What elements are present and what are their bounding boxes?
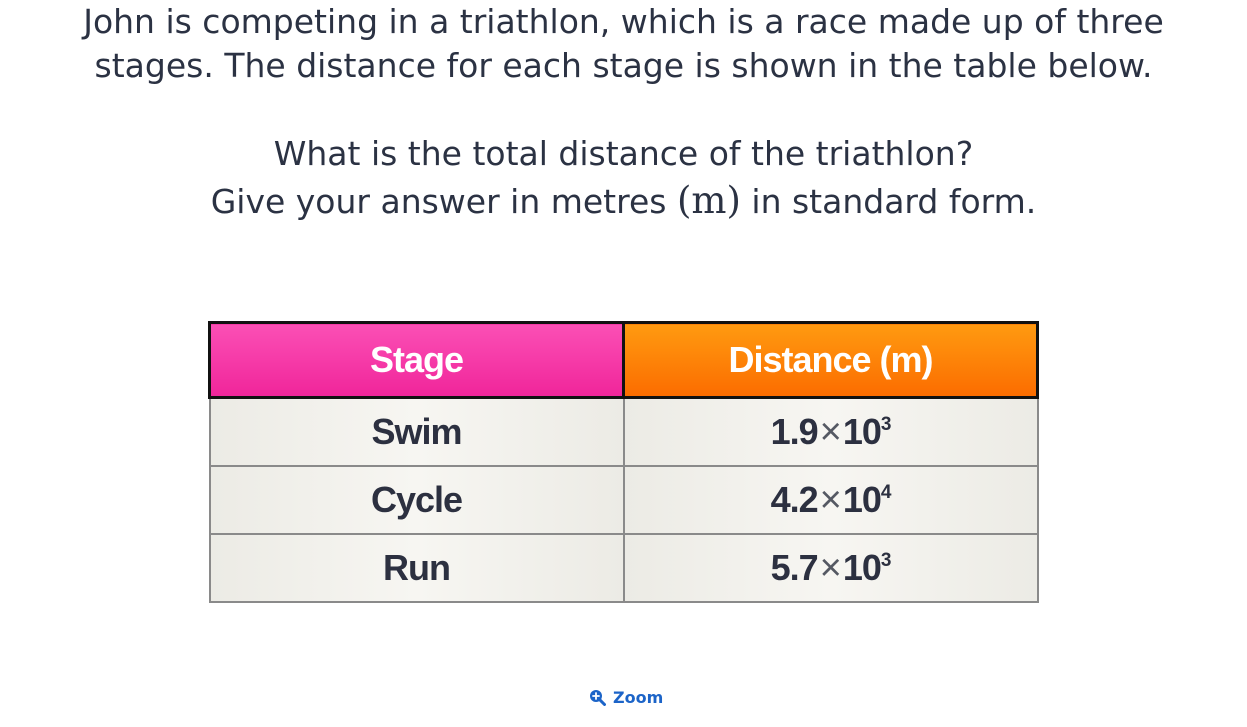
distance-cell: 5.7×103: [622, 533, 1039, 603]
distance-exponent: 3: [880, 549, 892, 571]
zoom-button[interactable]: Zoom: [589, 688, 663, 707]
distance-mantissa: 1.9: [770, 410, 819, 452]
times-symbol: ×: [819, 478, 842, 521]
distance-base: 10: [842, 410, 882, 452]
prompt-text-before-unit: Give your answer in metres: [210, 182, 677, 221]
prompt-text-after-unit: in standard form.: [740, 182, 1037, 221]
distance-base: 10: [842, 478, 882, 520]
unit-metres: (m): [676, 179, 741, 222]
distance-table-wrapper: Stage Distance (m) Swim 1.9×103 Cycle 4.…: [208, 321, 1039, 603]
question-intro: John is competing in a triathlon, which …: [0, 0, 1247, 88]
stage-cell: Run: [208, 533, 625, 603]
distance-base: 10: [842, 546, 882, 588]
header-stage: Stage: [208, 321, 625, 399]
distance-mantissa: 4.2: [770, 478, 819, 520]
header-distance: Distance (m): [622, 321, 1039, 399]
question-prompt: What is the total distance of the triath…: [0, 130, 1247, 225]
distance-cell: 4.2×104: [622, 465, 1039, 535]
table-row: Swim 1.9×103: [208, 396, 1039, 467]
question-intro-line-2: stages. The distance for each stage is s…: [94, 46, 1153, 85]
distance-cell: 1.9×103: [622, 396, 1039, 467]
distance-exponent: 3: [880, 413, 892, 435]
times-symbol: ×: [819, 410, 842, 453]
stage-cell: Swim: [208, 396, 625, 467]
table-header-row: Stage Distance (m): [208, 321, 1039, 399]
zoom-in-icon: [589, 689, 606, 706]
times-symbol: ×: [819, 546, 842, 589]
question-intro-line-1: John is competing in a triathlon, which …: [83, 2, 1164, 41]
table-row: Cycle 4.2×104: [208, 465, 1039, 535]
distance-mantissa: 5.7: [770, 546, 819, 588]
zoom-label: Zoom: [613, 688, 664, 707]
table-row: Run 5.7×103: [208, 533, 1039, 603]
stage-cell: Cycle: [208, 465, 625, 535]
distance-exponent: 4: [880, 481, 892, 503]
question-prompt-line-2: Give your answer in metres (m) in standa…: [0, 177, 1247, 225]
question-prompt-line-1: What is the total distance of the triath…: [273, 134, 974, 173]
distance-table: Stage Distance (m) Swim 1.9×103 Cycle 4.…: [208, 321, 1039, 603]
